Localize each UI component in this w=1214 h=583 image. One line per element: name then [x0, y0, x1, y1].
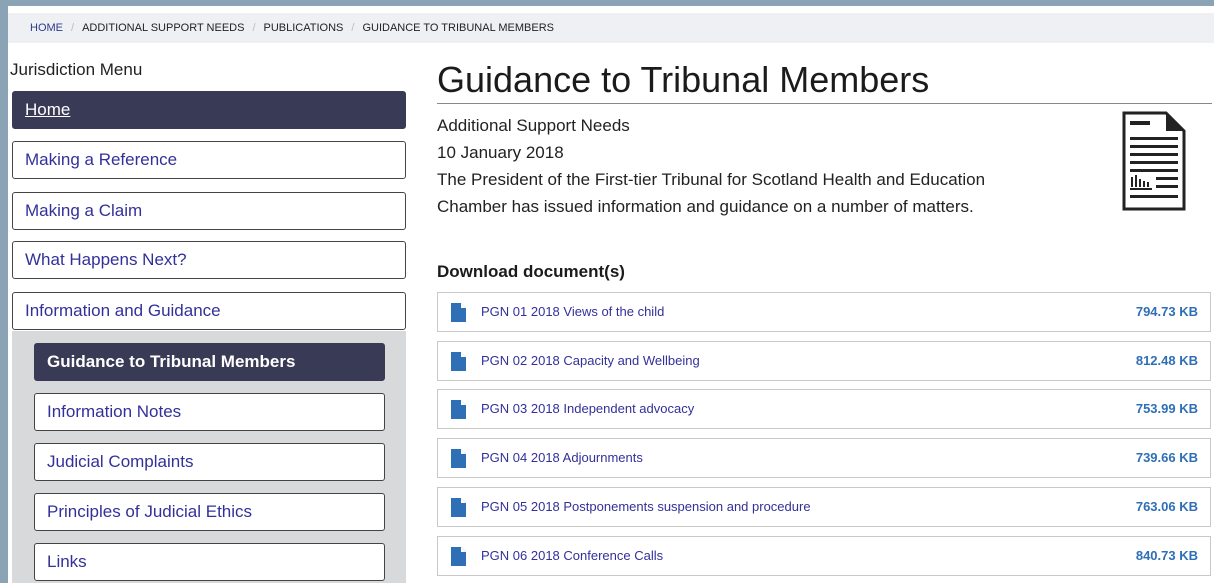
document-size: 812.48 KB	[1135, 353, 1198, 368]
jurisdiction-menu-title: Jurisdiction Menu	[10, 60, 143, 79]
sidebar-subitem-information-notes[interactable]: Information Notes	[34, 393, 385, 431]
document-row[interactable]: PGN 04 2018 Adjournments 739.66 KB	[437, 438, 1211, 478]
sidebar-item-making-a-claim[interactable]: Making a Claim	[12, 192, 406, 230]
document-row[interactable]: PGN 03 2018 Independent advocacy 753.99 …	[437, 389, 1211, 429]
document-link[interactable]: PGN 05 2018 Postponements suspension and…	[481, 488, 811, 526]
sidebar-subitem-links[interactable]: Links	[34, 543, 385, 581]
sidebar-item-home[interactable]: Home	[12, 91, 406, 129]
document-row[interactable]: PGN 05 2018 Postponements suspension and…	[437, 487, 1211, 527]
document-size: 753.99 KB	[1135, 401, 1198, 416]
sidebar-item-making-a-reference[interactable]: Making a Reference	[12, 141, 406, 179]
sidebar-subitem-guidance-to-tribunal-members[interactable]: Guidance to Tribunal Members	[34, 343, 385, 381]
document-size: 739.66 KB	[1135, 450, 1198, 465]
document-link[interactable]: PGN 02 2018 Capacity and Wellbeing	[481, 342, 700, 380]
breadcrumb-home[interactable]: HOME	[30, 22, 63, 34]
page-title: Guidance to Tribunal Members	[437, 59, 930, 100]
document-link[interactable]: PGN 03 2018 Independent advocacy	[481, 390, 694, 428]
title-divider	[437, 103, 1212, 104]
document-row[interactable]: PGN 02 2018 Capacity and Wellbeing 812.4…	[437, 341, 1211, 381]
page-frame-left	[0, 0, 8, 583]
publication-description-line2: Chamber has issued information and guida…	[437, 197, 974, 216]
breadcrumb: HOME / ADDITIONAL SUPPORT NEEDS / PUBLICATIO…	[8, 13, 1214, 43]
breadcrumb-publications[interactable]: PUBLICATIONS	[264, 22, 344, 34]
document-link[interactable]: PGN 04 2018 Adjournments	[481, 439, 643, 477]
file-icon	[451, 352, 466, 371]
document-link[interactable]: PGN 06 2018 Conference Calls	[481, 537, 663, 575]
sidebar-item-information-and-guidance[interactable]: Information and Guidance	[12, 292, 406, 330]
breadcrumb-separator: /	[71, 22, 75, 34]
document-row[interactable]: PGN 06 2018 Conference Calls 840.73 KB	[437, 536, 1211, 576]
document-size: 794.73 KB	[1135, 304, 1198, 319]
document-icon	[1122, 111, 1186, 211]
breadcrumb-separator: /	[351, 22, 355, 34]
document-size: 763.06 KB	[1135, 499, 1198, 514]
page-frame-top	[0, 0, 1214, 6]
breadcrumb-separator: /	[252, 22, 256, 34]
sidebar-item-what-happens-next[interactable]: What Happens Next?	[12, 241, 406, 279]
download-heading: Download document(s)	[437, 262, 625, 281]
breadcrumb-current: GUIDANCE TO TRIBUNAL MEMBERS	[362, 22, 554, 34]
publication-category: Additional Support Needs	[437, 116, 630, 135]
sidebar-subitem-judicial-complaints[interactable]: Judicial Complaints	[34, 443, 385, 481]
sidebar-subitem-principles-of-judicial-ethics[interactable]: Principles of Judicial Ethics	[34, 493, 385, 531]
file-icon	[451, 449, 466, 468]
document-size: 840.73 KB	[1135, 548, 1198, 563]
file-icon	[451, 303, 466, 322]
breadcrumb-additional-support-needs[interactable]: ADDITIONAL SUPPORT NEEDS	[82, 22, 244, 34]
document-row[interactable]: PGN 01 2018 Views of the child 794.73 KB	[437, 292, 1211, 332]
publication-date: 10 January 2018	[437, 143, 564, 162]
file-icon	[451, 400, 466, 419]
file-icon	[451, 498, 466, 517]
file-icon	[451, 547, 466, 566]
publication-description-line1: The President of the First-tier Tribunal…	[437, 170, 986, 189]
document-link[interactable]: PGN 01 2018 Views of the child	[481, 293, 664, 331]
